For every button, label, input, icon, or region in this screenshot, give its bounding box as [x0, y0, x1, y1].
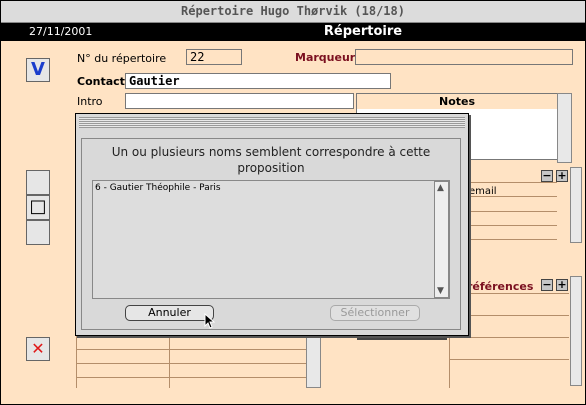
- window-title: Répertoire Hugo Thørvik (18/18): [1, 1, 585, 23]
- delete-x-icon: ✕: [31, 339, 45, 358]
- check-v-icon: V: [31, 59, 45, 80]
- validate-button[interactable]: V: [26, 58, 50, 82]
- minus-icon: −: [542, 278, 552, 291]
- directory-number-field[interactable]: 22: [186, 49, 242, 65]
- references-row-divider: [449, 337, 569, 338]
- email-scrollbar[interactable]: [570, 167, 582, 243]
- references-remove-button[interactable]: −: [541, 279, 553, 291]
- select-button[interactable]: Sélectionner: [330, 305, 420, 321]
- header-bar: 27/11/2001 Répertoire: [1, 23, 585, 41]
- table-scrollbar[interactable]: [306, 334, 321, 388]
- intro-field[interactable]: [125, 93, 354, 109]
- notes-scrollbar[interactable]: [557, 93, 572, 163]
- references-scrollbar[interactable]: [570, 276, 582, 386]
- scroll-down-arrow-icon[interactable]: ▼: [437, 286, 444, 296]
- name-match-dialog: Un ou plusieurs noms semblent correspond…: [75, 113, 469, 336]
- table-column-divider: [169, 334, 170, 388]
- references-add-button[interactable]: +: [556, 279, 568, 291]
- plus-icon: +: [557, 169, 567, 182]
- marker-label: Marqueur: [295, 51, 356, 64]
- intro-label: Intro: [77, 95, 103, 108]
- references-label: références: [467, 280, 534, 293]
- stop-button[interactable]: □: [26, 195, 50, 220]
- plus-icon: +: [557, 278, 567, 291]
- cancel-button[interactable]: Annuler: [125, 305, 214, 321]
- directory-number-label: N° du répertoire: [77, 52, 167, 65]
- list-item[interactable]: 6 - Gautier Théophile - Paris: [95, 183, 221, 193]
- scroll-up-arrow-icon[interactable]: ▲: [437, 183, 444, 193]
- contact-field[interactable]: Gautier: [125, 73, 391, 89]
- navigate-up-button[interactable]: [26, 170, 50, 195]
- table-column-divider: [76, 334, 77, 388]
- directory-window: Répertoire Hugo Thørvik (18/18) 27/11/20…: [0, 0, 586, 405]
- dialog-title-stripes[interactable]: [79, 117, 465, 128]
- match-list-scrollbar[interactable]: ▲ ▼: [434, 181, 449, 298]
- header-title: Répertoire: [323, 24, 403, 39]
- table-row-divider: [76, 349, 306, 350]
- navigate-down-button[interactable]: [26, 220, 50, 245]
- square-icon: □: [29, 196, 47, 217]
- dialog-message: Un ou plusieurs noms semblent correspond…: [111, 145, 431, 175]
- match-list[interactable]: 6 - Gautier Théophile - Paris ▲ ▼: [92, 180, 450, 299]
- email-add-button[interactable]: +: [556, 170, 568, 182]
- table-row-divider: [76, 363, 306, 364]
- marker-field[interactable]: [355, 49, 573, 65]
- contact-label: Contact: [77, 75, 125, 88]
- mouse-pointer-icon: [204, 313, 216, 329]
- delete-button[interactable]: ✕: [26, 337, 50, 361]
- minus-icon: −: [542, 169, 552, 182]
- table-row-divider: [76, 377, 306, 378]
- field-edge: [357, 338, 447, 340]
- email-remove-button[interactable]: −: [541, 170, 553, 182]
- references-row-divider: [449, 359, 569, 360]
